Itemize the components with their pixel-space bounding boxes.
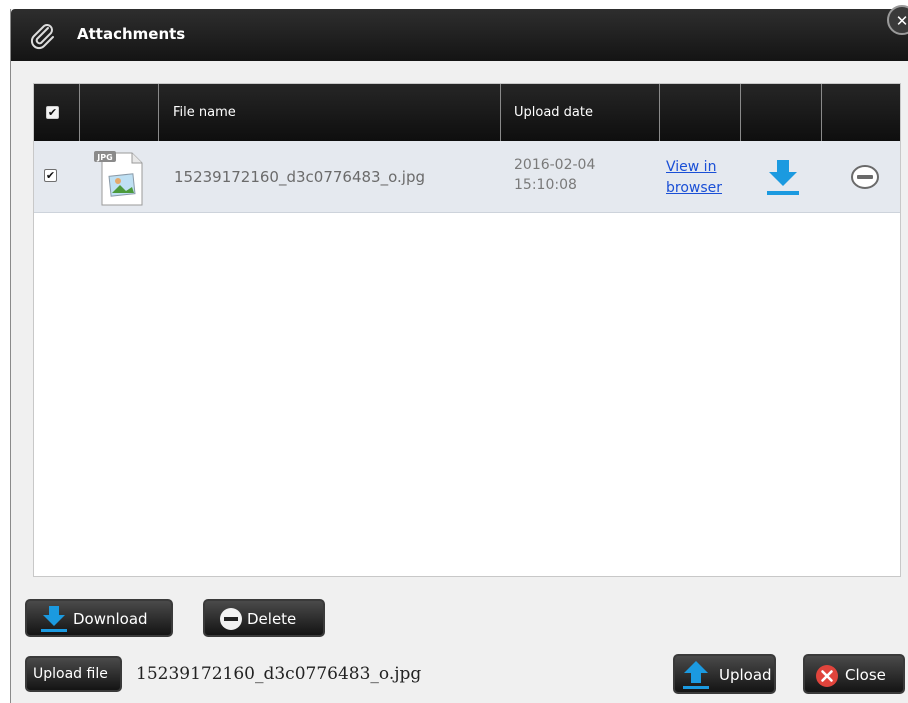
download-button-label: Download bbox=[73, 610, 148, 628]
header-file-name: File name bbox=[173, 105, 236, 120]
attachments-grid: ✔ File name Upload date ✔ JPG 1523917216… bbox=[33, 83, 901, 577]
download-arrow-icon[interactable] bbox=[765, 158, 801, 198]
upload-file-button-label: Upload file bbox=[33, 666, 108, 682]
row-upload-date: 2016-02-04 15:10:08 bbox=[514, 155, 624, 195]
attachments-dialog: Attachments ✕ ✔ File name Upload date ✔ bbox=[10, 5, 908, 703]
header-upload-date: Upload date bbox=[514, 105, 593, 120]
upload-button[interactable]: Upload bbox=[673, 654, 776, 694]
close-circle-icon bbox=[816, 665, 838, 687]
delete-button-label: Delete bbox=[247, 610, 297, 628]
delete-button[interactable]: Delete bbox=[203, 599, 325, 637]
download-button[interactable]: Download bbox=[25, 599, 173, 637]
dialog-title: Attachments bbox=[77, 25, 186, 43]
download-arrow-icon bbox=[41, 606, 67, 632]
header-view-cell bbox=[660, 84, 741, 141]
paperclip-icon bbox=[30, 24, 54, 50]
header-download-cell bbox=[741, 84, 822, 141]
row-file-name: 15239172160_d3c0776483_o.jpg bbox=[174, 168, 425, 186]
file-type-badge: JPG bbox=[96, 153, 112, 162]
select-all-checkbox[interactable]: ✔ bbox=[46, 106, 59, 119]
selected-file-name: 15239172160_d3c0776483_o.jpg bbox=[136, 664, 422, 684]
header-file-name-cell[interactable]: File name bbox=[159, 84, 501, 141]
row-upload-date-day: 2016-02-04 bbox=[514, 157, 596, 173]
grid-header: ✔ File name Upload date bbox=[34, 84, 900, 141]
row-checkbox[interactable]: ✔ bbox=[44, 169, 57, 182]
close-button-label: Close bbox=[845, 666, 886, 684]
table-row[interactable]: ✔ JPG 15239172160_d3c0776483_o.jpg 2016-… bbox=[34, 141, 900, 213]
close-button[interactable]: Close bbox=[803, 654, 905, 694]
minus-circle-icon bbox=[220, 608, 242, 630]
header-upload-date-cell[interactable]: Upload date bbox=[501, 84, 660, 141]
view-link-line1: View in bbox=[666, 159, 717, 175]
dialog-titlebar: Attachments bbox=[11, 9, 908, 61]
minus-circle-icon[interactable] bbox=[850, 164, 880, 190]
view-link-line2: browser bbox=[666, 180, 723, 196]
upload-button-label: Upload bbox=[719, 666, 772, 684]
view-in-browser-link[interactable]: View in browser bbox=[666, 157, 740, 199]
jpg-file-icon: JPG bbox=[94, 151, 143, 206]
upload-file-button[interactable]: Upload file bbox=[25, 656, 122, 692]
header-select-all-cell: ✔ bbox=[34, 84, 80, 141]
header-icon-cell bbox=[80, 84, 159, 141]
header-delete-cell bbox=[822, 84, 900, 141]
row-upload-date-time: 15:10:08 bbox=[514, 177, 577, 193]
upload-arrow-icon bbox=[683, 661, 709, 689]
